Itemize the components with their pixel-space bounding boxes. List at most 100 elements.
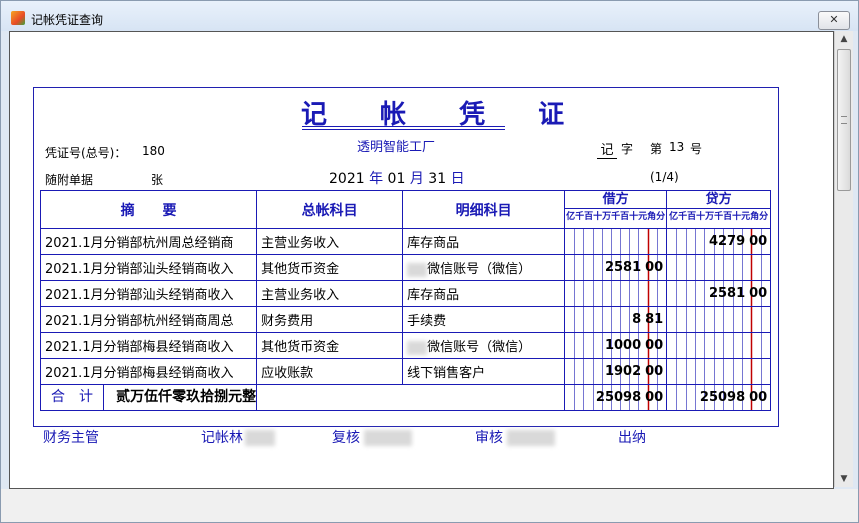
row-debit (564, 228, 668, 255)
credit-label: 贷方 (667, 192, 770, 209)
credit-fraction: 00 (749, 286, 768, 301)
row-detail: 微信账号（微信） (402, 254, 566, 281)
row-detail: 库存商品 (402, 280, 566, 307)
year-label: 年 (369, 171, 384, 187)
company-name: 透明智能工厂 (357, 140, 436, 155)
date-month: 01 (387, 171, 406, 187)
row-account: 主营业务收入 (256, 228, 404, 255)
attachments-label: 随附单据 (45, 173, 94, 187)
date-year: 2021 (329, 171, 365, 187)
row-detail: 手续费 (402, 306, 566, 333)
amount-grid (574, 281, 658, 306)
header-account: 总帐科目 (256, 190, 404, 229)
voucher-type-char: 记 (597, 139, 617, 159)
row-summary: 2021.1月分销部汕头经销商收入 (39, 254, 258, 281)
header-detail: 明细科目 (402, 190, 566, 229)
total-debit-fraction: 00 (645, 390, 664, 405)
row-credit (666, 358, 772, 385)
debit-integer: 1000 (604, 338, 642, 353)
table-header-row: 摘 要 总帐科目 明细科目 借方 亿千百十万千百十元角分 贷方 亿千百十万千百十… (39, 190, 772, 229)
finance-manager-label: 财务主管 (43, 430, 99, 446)
total-spacer-2 (402, 384, 566, 411)
voucher-number-label: 凭证号(总号)： (45, 146, 127, 160)
total-credit-fraction: 00 (749, 390, 768, 405)
total-credit-integer: 25098 (699, 390, 746, 405)
row-credit (666, 254, 772, 281)
row-detail: 线下销售客户 (402, 358, 566, 385)
row-account: 主营业务收入 (256, 280, 404, 307)
grip-icon (841, 116, 847, 124)
debit-integer: 2581 (604, 260, 642, 275)
total-debit: 25098 00 (564, 384, 668, 411)
header-debit: 借方 亿千百十万千百十元角分 (564, 190, 668, 229)
total-label-cell: 合 计 贰万伍仟零玖拾捌元整 (39, 384, 258, 411)
total-spacer (256, 384, 403, 411)
total-words: 贰万伍仟零玖拾捌元整 (116, 389, 257, 405)
credit-integer: 2581 (708, 286, 746, 301)
close-button[interactable]: ✕ (818, 11, 850, 30)
date-day: 31 (428, 171, 447, 187)
voucher-type-label: 字 (621, 142, 634, 156)
page-indicator: (1/4) (650, 170, 679, 184)
debit-fraction: 00 (645, 260, 664, 275)
row-detail: 库存商品 (402, 228, 566, 255)
auditor-label: 审核 (475, 427, 555, 447)
scroll-down-icon[interactable]: ▼ (835, 471, 853, 487)
row-debit: 1902 00 (564, 358, 668, 385)
total-label: 合 计 (42, 385, 104, 410)
total-credit: 25098 00 (666, 384, 772, 411)
auditor-text: 审核 (475, 430, 503, 446)
row-summary: 2021.1月分销部梅县经销商收入 (39, 332, 258, 359)
row-account: 其他货币资金 (256, 332, 404, 359)
row-credit: 4279 00 (666, 228, 772, 255)
amount-grid (676, 359, 762, 384)
table-row[interactable]: 2021.1月分销部汕头经销商收入 主营业务收入 库存商品 2581 00 (39, 280, 772, 307)
voucher-number-value: 180 (142, 144, 165, 158)
debit-integer: 1902 (604, 364, 642, 379)
row-summary: 2021.1月分销部梅县经销商收入 (39, 358, 258, 385)
credit-digit-header: 亿千百十万千百十元角分 (669, 212, 769, 222)
month-label: 月 (409, 171, 424, 187)
row-summary: 2021.1月分销部杭州经销商周总 (39, 306, 258, 333)
credit-fraction: 00 (749, 234, 768, 249)
table-row[interactable]: 2021.1月分销部梅县经销商收入 其他货币资金 微信账号（微信） 1000 00 (39, 332, 772, 359)
header-credit: 贷方 亿千百十万千百十元角分 (666, 190, 772, 229)
scroll-up-icon[interactable]: ▲ (835, 31, 853, 47)
redacted-blur (407, 262, 428, 277)
redacted-blur (364, 430, 412, 446)
vertical-scrollbar[interactable]: ▲ ▼ (834, 31, 853, 487)
reviewer-label: 复核 (332, 427, 412, 447)
scroll-thumb[interactable] (837, 49, 851, 191)
debit-fraction: 00 (645, 338, 664, 353)
voucher-sequence: 13 (669, 140, 685, 154)
debit-label: 借方 (565, 192, 666, 209)
row-detail-text: 微信账号（微信） (427, 262, 532, 277)
row-account: 财务费用 (256, 306, 404, 333)
redacted-blur (245, 430, 275, 446)
title-underline-2 (302, 129, 505, 130)
bookkeeper-text: 记帐林 (201, 430, 243, 446)
row-detail: 微信账号（微信） (402, 332, 566, 359)
row-debit: 2581 00 (564, 254, 668, 281)
table-row[interactable]: 2021.1月分销部杭州经销商周总 财务费用 手续费 8 81 (39, 306, 772, 333)
debit-integer: 8 (632, 312, 642, 327)
debit-fraction: 81 (645, 312, 664, 327)
table-row[interactable]: 2021.1月分销部梅县经销商收入 应收账款 线下销售客户 1902 00 (39, 358, 772, 385)
voucher-table: 摘 要 总帐科目 明细科目 借方 亿千百十万千百十元角分 贷方 亿千百十万千百十… (39, 190, 772, 411)
row-detail-text: 微信账号（微信） (427, 340, 532, 355)
cashier-label: 出纳 (618, 430, 646, 446)
row-credit (666, 306, 772, 333)
credit-integer: 4279 (708, 234, 746, 249)
row-debit: 8 81 (564, 306, 668, 333)
title-underline (302, 126, 505, 127)
header-summary: 摘 要 (39, 190, 258, 229)
reviewer-text: 复核 (332, 430, 360, 446)
table-row[interactable]: 2021.1月分销部杭州周总经销商 主营业务收入 库存商品 4279 00 (39, 228, 772, 255)
redacted-blur (407, 340, 428, 355)
table-row[interactable]: 2021.1月分销部汕头经销商收入 其他货币资金 微信账号（微信） 2581 00 (39, 254, 772, 281)
number-prefix: 第 (650, 142, 663, 156)
number-suffix: 号 (690, 142, 703, 156)
amount-grid (574, 229, 658, 254)
amount-grid (676, 307, 762, 332)
day-label: 日 (450, 171, 465, 187)
